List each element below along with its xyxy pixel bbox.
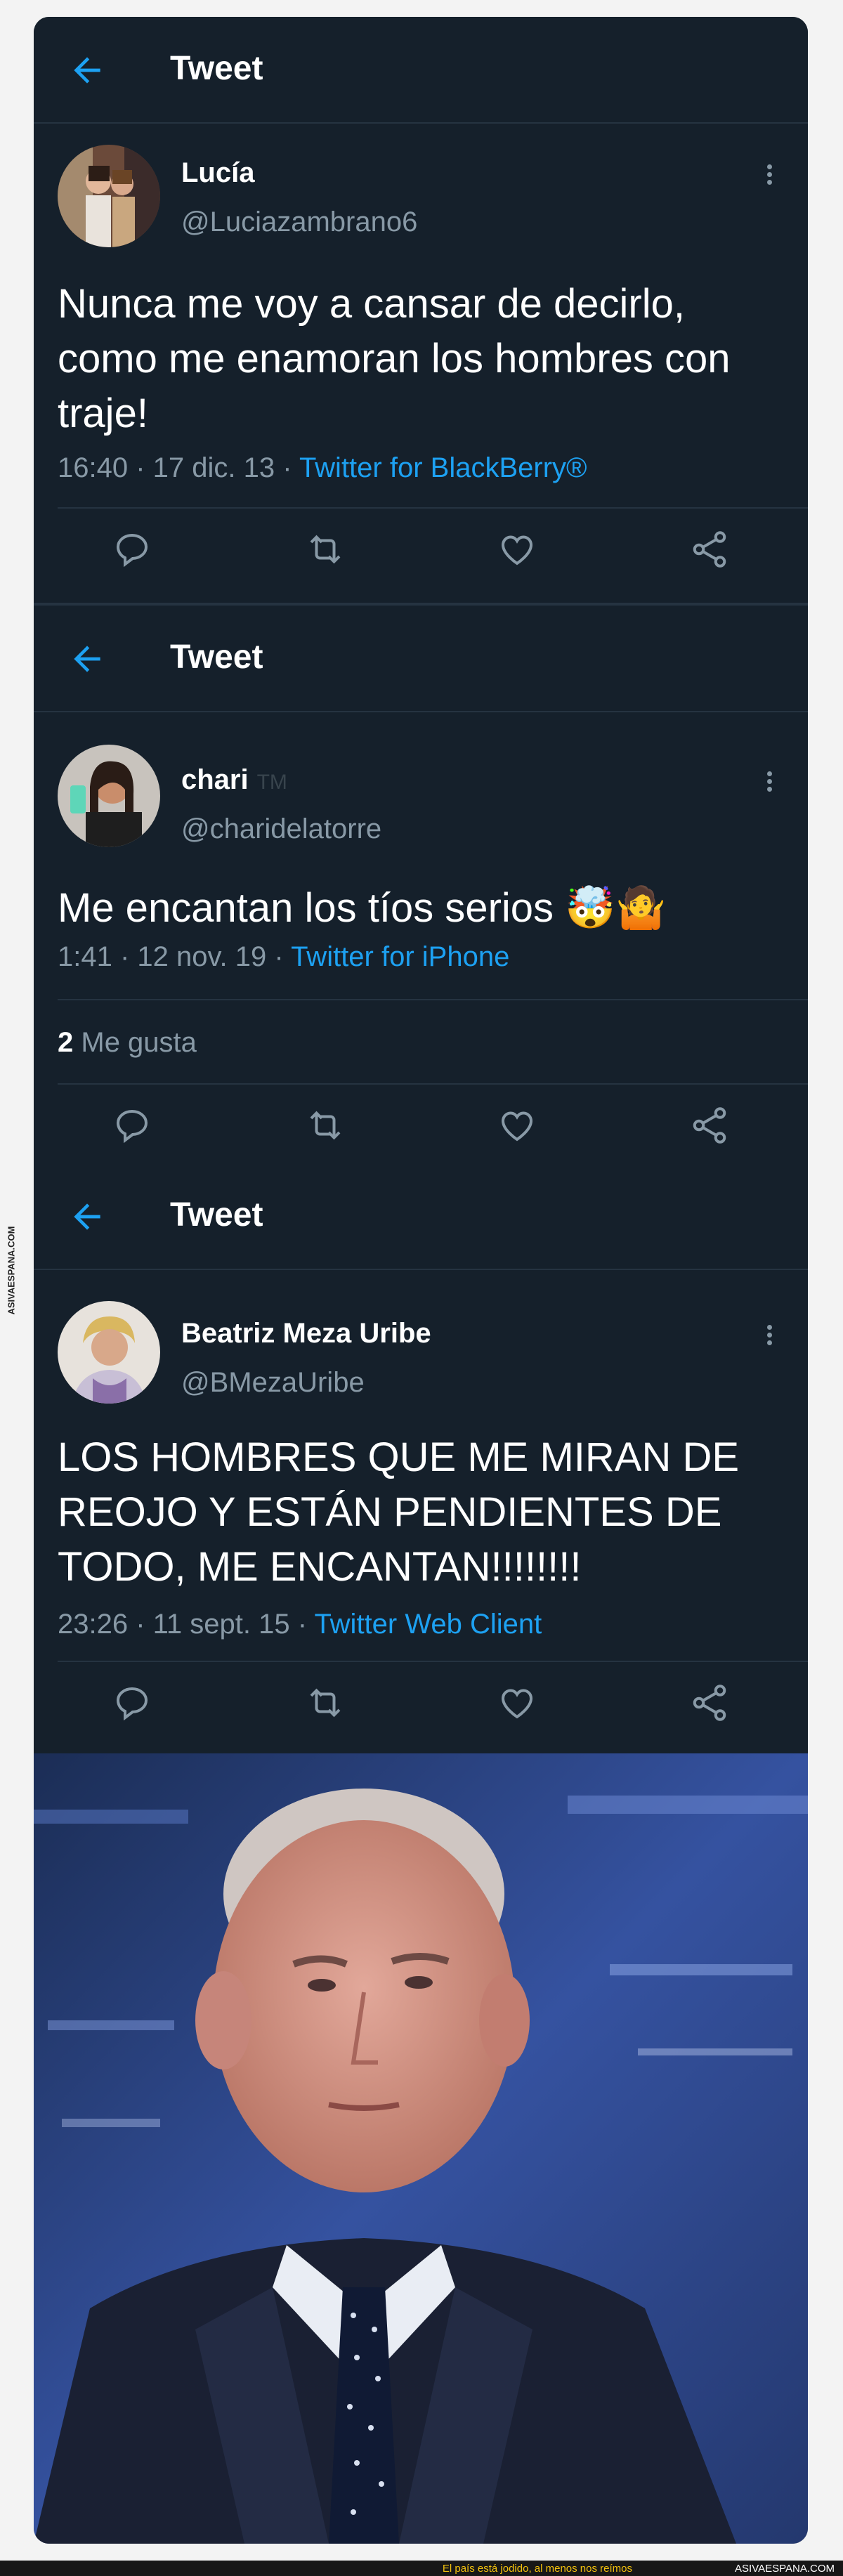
header-title: Tweet [170, 1196, 263, 1234]
tweet-source-link[interactable]: Twitter for iPhone [291, 941, 509, 972]
likes-number: 2 [58, 1027, 74, 1058]
tweet-timestamp: 16:40 · 17 dic. 13 · [58, 452, 299, 483]
user-handle[interactable]: @Luciazambrano6 [181, 207, 417, 238]
divider [58, 999, 808, 1000]
footer-site[interactable]: ASIVAESPANA.COM [735, 2563, 835, 2575]
back-arrow-icon[interactable] [67, 1197, 107, 1236]
display-name-text[interactable]: chari [181, 764, 249, 795]
divider [58, 1661, 808, 1662]
tweet-header-bar: Tweet [34, 606, 808, 712]
display-name[interactable]: Lucía [181, 157, 254, 189]
back-arrow-icon[interactable] [67, 639, 107, 679]
avatar[interactable] [58, 145, 160, 247]
divider [58, 507, 808, 509]
retweet-icon[interactable] [304, 1104, 346, 1146]
share-icon[interactable] [688, 528, 731, 570]
tweet-meta: 23:26 · 11 sept. 15 · Twitter Web Client [58, 1609, 542, 1640]
reply-icon[interactable] [111, 1104, 153, 1146]
user-handle[interactable]: @BMezaUribe [181, 1367, 365, 1399]
tweet-header-bar: Tweet [34, 1163, 808, 1270]
retweet-icon[interactable] [304, 1682, 346, 1724]
likes-count[interactable]: 2 Me gusta [58, 1027, 197, 1059]
reply-icon[interactable] [111, 1682, 153, 1724]
tweet-text: Nunca me voy a cansar de decirlo, como m… [58, 281, 731, 436]
tweet-text: LOS HOMBRES QUE ME MIRAN DE REOJO Y ESTÁ… [58, 1434, 740, 1590]
side-watermark-text: ASIVAESPANA.COM [6, 1226, 17, 1315]
footer-bar: El país está jodido, al menos nos reímos… [0, 2561, 843, 2576]
reaction-photo [34, 1753, 808, 2544]
tweet-actions [34, 1676, 808, 1725]
more-options-icon[interactable] [759, 1322, 780, 1350]
like-icon[interactable] [496, 1682, 538, 1724]
retweet-icon[interactable] [304, 528, 346, 570]
tweet-timestamp: 23:26 · 11 sept. 15 · [58, 1609, 315, 1640]
screenshot-collage: Tweet Lucía @Luciazambrano6 Nunca me voy… [34, 17, 808, 2544]
tweet-panel-3: Tweet Beatriz Meza Uribe @BMezaUribe LOS… [34, 1163, 808, 1751]
divider [58, 1083, 808, 1085]
back-arrow-icon[interactable] [67, 51, 107, 90]
tweet-source-link[interactable]: Twitter Web Client [314, 1609, 542, 1640]
share-icon[interactable] [688, 1104, 731, 1146]
name-badge: TM [256, 771, 287, 794]
tweet-timestamp: 1:41 · 12 nov. 19 · [58, 941, 292, 972]
avatar[interactable] [58, 1301, 160, 1404]
tweet-source-link[interactable]: Twitter for BlackBerry® [299, 452, 587, 483]
share-icon[interactable] [688, 1682, 731, 1724]
reply-icon[interactable] [111, 528, 153, 570]
side-watermark: ASIVAESPANA.COM [3, 1226, 20, 1321]
tweet-meta: 1:41 · 12 nov. 19 · Twitter for iPhone [58, 941, 509, 973]
header-title: Tweet [170, 50, 263, 87]
tweet-actions [34, 523, 808, 572]
avatar[interactable] [58, 745, 160, 847]
tweet-text: Me encantan los tíos serios 🤯🤷 [58, 885, 667, 931]
header-title: Tweet [170, 639, 263, 676]
display-name[interactable]: Beatriz Meza Uribe [181, 1318, 431, 1349]
display-name[interactable]: chari TM [181, 764, 287, 796]
tweet-panel-2: Tweet chari TM @charidelatorre Me encanta… [34, 606, 808, 1191]
like-icon[interactable] [496, 1104, 538, 1146]
like-icon[interactable] [496, 528, 538, 570]
tweet-header-bar: Tweet [34, 17, 808, 124]
likes-label: Me gusta [81, 1027, 197, 1058]
footer-tagline: El país está jodido, al menos nos reímos [442, 2563, 632, 2575]
tweet-actions [34, 1099, 808, 1148]
tweet-meta: 16:40 · 17 dic. 13 · Twitter for BlackBe… [58, 452, 587, 484]
more-options-icon[interactable] [759, 769, 780, 797]
user-handle[interactable]: @charidelatorre [181, 813, 381, 845]
tweet-panel-1: Tweet Lucía @Luciazambrano6 Nunca me voy… [34, 17, 808, 603]
more-options-icon[interactable] [759, 162, 780, 190]
